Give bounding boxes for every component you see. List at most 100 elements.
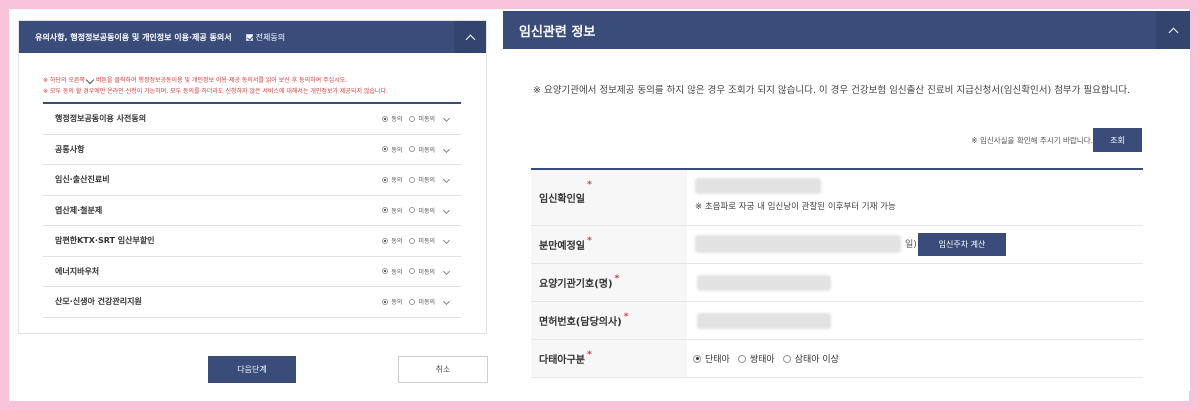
- consent-list: 행정정보공동이용 사전동의 동의 미동의 공통사항 동의 미동의 임신·출산진료비 동의 미동의…: [43, 102, 461, 318]
- consent-item-label: 임신·출산진료비: [55, 175, 110, 185]
- multiple-birth-radio[interactable]: [693, 354, 701, 363]
- multiple-birth-label: 단태아: [705, 355, 730, 365]
- agree-radio[interactable]: [382, 146, 389, 153]
- clinic-code-row: 요양기관기호(명) *: [531, 264, 1143, 302]
- chevron-down-icon[interactable]: [442, 206, 451, 214]
- agree-label: 동의: [391, 146, 403, 154]
- field-label: 다태아구분 *: [531, 340, 687, 377]
- due-date-suffix: 일): [905, 240, 917, 250]
- consent-item-label: 엽산제·철분제: [55, 205, 103, 215]
- chevron-down-icon[interactable]: [442, 145, 451, 153]
- agree-label: 동의: [391, 116, 403, 124]
- disagree-label: 미동의: [418, 268, 435, 276]
- chevron-down-icon: [85, 75, 95, 85]
- consent-header: 유의사항, 행정정보공동이용 및 개인정보 이용·제공 동의서 전체동의: [19, 21, 486, 53]
- consent-panel: 유의사항, 행정정보공동이용 및 개인정보 이용·제공 동의서 전체동의 ※ 하…: [18, 20, 487, 334]
- calc-week-button[interactable]: 임신주차 계산: [918, 233, 1006, 256]
- notice-line-1: ※ 하단의 오른쪽 버튼을 클릭하여 행정정보공동이용 및 개인정보 이용·제공 …: [43, 75, 348, 85]
- chevron-down-icon[interactable]: [442, 236, 451, 245]
- cancel-button[interactable]: 취소: [398, 356, 488, 383]
- chevron-up-icon: [465, 34, 475, 44]
- multiple-birth-radio[interactable]: [737, 354, 746, 363]
- agree-label: 동의: [391, 299, 403, 307]
- disagree-label: 미동의: [418, 146, 435, 154]
- disagree-label: 미동의: [418, 116, 435, 124]
- consent-radio-group: 동의 미동의: [382, 287, 435, 317]
- consent-item-label: 행정정보공동이용 사전동의: [55, 114, 147, 124]
- field-label: 분만예정일 *: [531, 226, 687, 263]
- pregnancy-form: 임신확인일 * ※ 초음파로 자궁 내 임신낭이 관찰된 이후부터 기재 가능 분…: [531, 168, 1143, 378]
- license-no-row: 면허번호(담당의사) *: [531, 302, 1143, 340]
- chevron-down-icon[interactable]: [442, 267, 451, 275]
- pregnancy-info-header: 임신관련 정보: [503, 11, 1190, 49]
- agree-label: 동의: [391, 177, 403, 185]
- multiple-birth-label: 쌍태아: [749, 355, 775, 365]
- chevron-down-icon[interactable]: [442, 114, 451, 123]
- collapse-pregnancy-button[interactable]: [1156, 11, 1190, 49]
- agree-label: 동의: [391, 268, 403, 276]
- consent-radio-group: 동의 미동의: [382, 226, 435, 256]
- consent-item-label: 에너지바우처: [55, 266, 100, 276]
- disagree-label: 미동의: [418, 177, 435, 185]
- agree-radio[interactable]: [382, 115, 389, 122]
- due-date-row: 분만예정일 * 일) 임신주차 계산: [531, 226, 1143, 264]
- pregnancy-date-hint: ※ 초음파로 자궁 내 임신낭이 관찰된 이후부터 기재 가능: [695, 202, 896, 212]
- notice-line-2: ※ 모두 동의 할 경우에만 온라인 신청이 가능하며, 모두 동의를 하더라도…: [43, 88, 388, 95]
- disagree-radio[interactable]: [409, 176, 416, 183]
- next-step-button[interactable]: 다음단계: [208, 356, 296, 383]
- chevron-down-icon[interactable]: [442, 297, 451, 306]
- pregnancy-date-row: 임신확인일 * ※ 초음파로 자궁 내 임신낭이 관찰된 이후부터 기재 가능: [531, 170, 1143, 226]
- field-label: 임신확인일 *: [531, 170, 687, 225]
- agree-all-checkbox[interactable]: 전체동의: [245, 32, 285, 43]
- consent-row: 임신·출산진료비 동의 미동의: [43, 165, 461, 196]
- confirm-text: ※ 임신사실을 확인해 주시기 바랍니다.: [971, 136, 1093, 145]
- disagree-label: 미동의: [418, 299, 435, 307]
- disagree-radio[interactable]: [409, 237, 416, 244]
- consent-notice: ※ 하단의 오른쪽 버튼을 클릭하여 행정정보공동이용 및 개인정보 이용·제공 …: [19, 53, 486, 97]
- query-button[interactable]: 조회: [1093, 128, 1142, 152]
- consent-item-label: 산모·신생아 건강관리지원: [55, 297, 142, 307]
- chevron-up-icon: [1168, 27, 1178, 37]
- masked-value: [695, 178, 821, 194]
- pregnancy-info-panel: 임신관련 정보 ※ 요양기관에서 정보제공 동의를 하지 않은 경우 조회가 되…: [503, 11, 1190, 391]
- pregnancy-info-title: 임신관련 정보: [519, 24, 596, 40]
- multiple-birth-row: 다태아구분 * 단태아 쌍태아 삼태아 이상: [531, 340, 1143, 378]
- agree-radio[interactable]: [382, 298, 389, 305]
- disagree-label: 미동의: [418, 238, 435, 246]
- clinic-code-input[interactable]: [697, 274, 831, 291]
- consent-radio-group: 동의 미동의: [382, 196, 435, 226]
- pregnancy-date-input[interactable]: ※ 초음파로 자궁 내 임신낭이 관찰된 이후부터 기재 가능: [687, 170, 1143, 225]
- consent-radio-group: 동의 미동의: [382, 165, 435, 195]
- chevron-down-icon[interactable]: [442, 175, 451, 184]
- agree-radio[interactable]: [382, 207, 389, 214]
- field-label: 요양기관기호(명) *: [531, 264, 687, 301]
- consent-row: 에너지바우처 동의 미동의: [43, 257, 461, 287]
- disagree-radio[interactable]: [409, 146, 416, 153]
- multiple-birth-options: 단태아 쌍태아 삼태아 이상: [693, 352, 839, 365]
- check-icon: [245, 33, 253, 41]
- disagree-radio[interactable]: [409, 268, 416, 275]
- agree-radio[interactable]: [382, 268, 389, 275]
- multiple-birth-radio[interactable]: [782, 354, 791, 363]
- consent-radio-group: 동의 미동의: [382, 104, 435, 134]
- consent-item-label: 공통사항: [55, 144, 85, 154]
- disagree-radio[interactable]: [409, 115, 416, 122]
- agree-radio[interactable]: [382, 176, 389, 183]
- license-no-input[interactable]: [697, 312, 831, 329]
- consent-title: 유의사항, 행정정보공동이용 및 개인정보 이용·제공 동의서: [35, 32, 232, 42]
- multiple-birth-label: 삼태아 이상: [794, 355, 839, 365]
- consent-radio-group: 동의 미동의: [382, 135, 435, 165]
- disagree-radio[interactable]: [409, 207, 416, 214]
- due-date-input[interactable]: [695, 235, 901, 253]
- agree-label: 동의: [391, 238, 403, 246]
- consent-item-label: 맘편한KTX·SRT 임산부할인: [55, 236, 155, 246]
- pregnancy-notice: ※ 요양기관에서 정보제공 동의를 하지 않은 경우 조회가 되지 않습니다. …: [533, 85, 1131, 96]
- field-label: 면허번호(담당의사) *: [531, 302, 687, 339]
- consent-row: 맘편한KTX·SRT 임산부할인 동의 미동의: [43, 226, 461, 257]
- disagree-radio[interactable]: [409, 298, 416, 305]
- agree-label: 동의: [391, 207, 403, 215]
- agree-radio[interactable]: [382, 237, 389, 244]
- consent-radio-group: 동의 미동의: [382, 257, 435, 287]
- consent-row: 행정정보공동이용 사전동의 동의 미동의: [43, 104, 461, 135]
- collapse-consent-button[interactable]: [454, 21, 486, 53]
